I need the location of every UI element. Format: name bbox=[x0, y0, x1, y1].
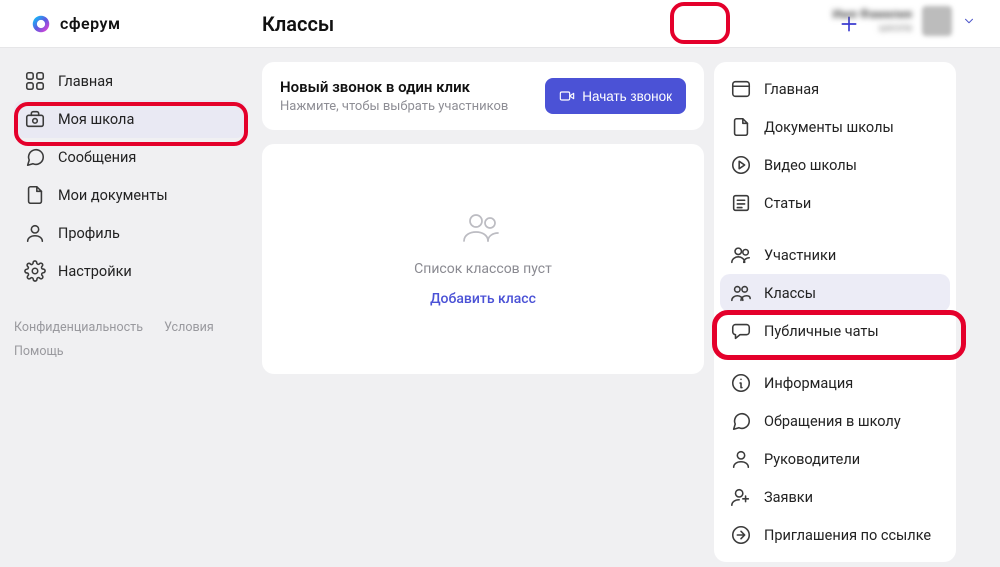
footer-links: Конфиденциальность Условия Помощь bbox=[14, 316, 246, 364]
side-info[interactable]: Информация bbox=[720, 364, 950, 402]
side-label: Обращения в школу bbox=[764, 413, 901, 430]
members-icon bbox=[730, 244, 752, 266]
nav-label: Настройки bbox=[58, 263, 132, 280]
public-chat-icon bbox=[730, 320, 752, 342]
start-call-button[interactable]: Начать звонок bbox=[545, 78, 686, 114]
doc-icon bbox=[730, 116, 752, 138]
video-icon bbox=[559, 88, 575, 104]
grid-icon bbox=[24, 70, 46, 92]
side-label: Публичные чаты bbox=[764, 323, 879, 340]
nav-messages[interactable]: Сообщения bbox=[14, 138, 246, 176]
user-text: Имя Фамилия школа bbox=[832, 8, 912, 33]
nav-my-school[interactable]: Моя школа bbox=[14, 100, 246, 138]
play-icon bbox=[730, 154, 752, 176]
invite-icon bbox=[730, 524, 752, 546]
side-label: Руководители bbox=[764, 451, 860, 468]
nav-settings[interactable]: Настройки bbox=[14, 252, 246, 290]
footer-help[interactable]: Помощь bbox=[14, 344, 64, 359]
brand[interactable]: сферум bbox=[30, 13, 260, 35]
info-icon bbox=[730, 372, 752, 394]
new-call-card: Новый звонок в один клик Нажмите, чтобы … bbox=[262, 62, 704, 130]
article-icon bbox=[730, 192, 752, 214]
user-icon bbox=[24, 222, 46, 244]
nav-label: Главная bbox=[58, 73, 113, 90]
logo-icon bbox=[30, 13, 52, 35]
request-icon bbox=[730, 486, 752, 508]
gear-icon bbox=[24, 260, 46, 282]
user-name: Имя Фамилия bbox=[832, 8, 912, 21]
school-icon bbox=[24, 108, 46, 130]
nav-label: Сообщения bbox=[58, 149, 136, 166]
group-icon bbox=[460, 211, 506, 247]
chevron-down-icon bbox=[962, 14, 976, 28]
side-members[interactable]: Участники bbox=[720, 236, 950, 274]
topbar: сферум Классы Имя Фамилия школа bbox=[0, 0, 1000, 48]
avatar bbox=[922, 6, 952, 36]
side-invites[interactable]: Приглашения по ссылке bbox=[720, 516, 950, 554]
side-feedback[interactable]: Обращения в школу bbox=[720, 402, 950, 440]
side-documents[interactable]: Документы школы bbox=[720, 108, 950, 146]
page-title: Классы bbox=[262, 12, 334, 36]
nav-profile[interactable]: Профиль bbox=[14, 214, 246, 252]
side-label: Видео школы bbox=[764, 157, 857, 174]
call-title: Новый звонок в один клик bbox=[280, 78, 508, 96]
feedback-icon bbox=[730, 410, 752, 432]
empty-title: Список классов пуст bbox=[414, 261, 552, 277]
side-video[interactable]: Видео школы bbox=[720, 146, 950, 184]
side-main[interactable]: Главная bbox=[720, 70, 950, 108]
nav-documents[interactable]: Мои документы bbox=[14, 176, 246, 214]
side-requests[interactable]: Заявки bbox=[720, 478, 950, 516]
classes-icon bbox=[730, 282, 752, 304]
nav-label: Профиль bbox=[58, 225, 120, 242]
main-content: Новый звонок в один клик Нажмите, чтобы … bbox=[260, 48, 710, 567]
side-label: Классы bbox=[764, 285, 816, 302]
add-class-link[interactable]: Добавить класс bbox=[430, 291, 536, 307]
side-classes[interactable]: Классы bbox=[720, 274, 950, 312]
footer-terms[interactable]: Условия bbox=[164, 320, 214, 335]
leader-icon bbox=[730, 448, 752, 470]
side-label: Главная bbox=[764, 81, 819, 98]
chat-icon bbox=[24, 146, 46, 168]
side-label: Документы школы bbox=[764, 119, 894, 136]
highlight-plus bbox=[670, 2, 730, 44]
brand-text: сферум bbox=[60, 14, 121, 33]
side-public-chats[interactable]: Публичные чаты bbox=[720, 312, 950, 350]
doc-icon bbox=[24, 184, 46, 206]
call-subtitle: Нажмите, чтобы выбрать участников bbox=[280, 99, 508, 114]
right-sidebar: Главная Документы школы Видео школы Стат… bbox=[710, 48, 970, 567]
call-button-label: Начать звонок bbox=[582, 89, 672, 104]
side-label: Участники bbox=[764, 247, 836, 264]
nav-main[interactable]: Главная bbox=[14, 62, 246, 100]
side-articles[interactable]: Статьи bbox=[720, 184, 950, 222]
user-sub: школа bbox=[832, 22, 912, 34]
side-label: Заявки bbox=[764, 489, 813, 506]
classes-empty-state: Список классов пуст Добавить класс bbox=[262, 144, 704, 374]
home-icon bbox=[730, 78, 752, 100]
nav-label: Мои документы bbox=[58, 187, 168, 204]
side-label: Информация bbox=[764, 375, 853, 392]
user-menu[interactable]: Имя Фамилия школа bbox=[832, 6, 976, 36]
left-nav: Главная Моя школа Сообщения Мои документ… bbox=[0, 48, 260, 567]
side-leaders[interactable]: Руководители bbox=[720, 440, 950, 478]
nav-label: Моя школа bbox=[58, 111, 134, 128]
side-label: Статьи bbox=[764, 195, 811, 212]
side-label: Приглашения по ссылке bbox=[764, 527, 931, 544]
footer-privacy[interactable]: Конфиденциальность bbox=[14, 320, 143, 335]
